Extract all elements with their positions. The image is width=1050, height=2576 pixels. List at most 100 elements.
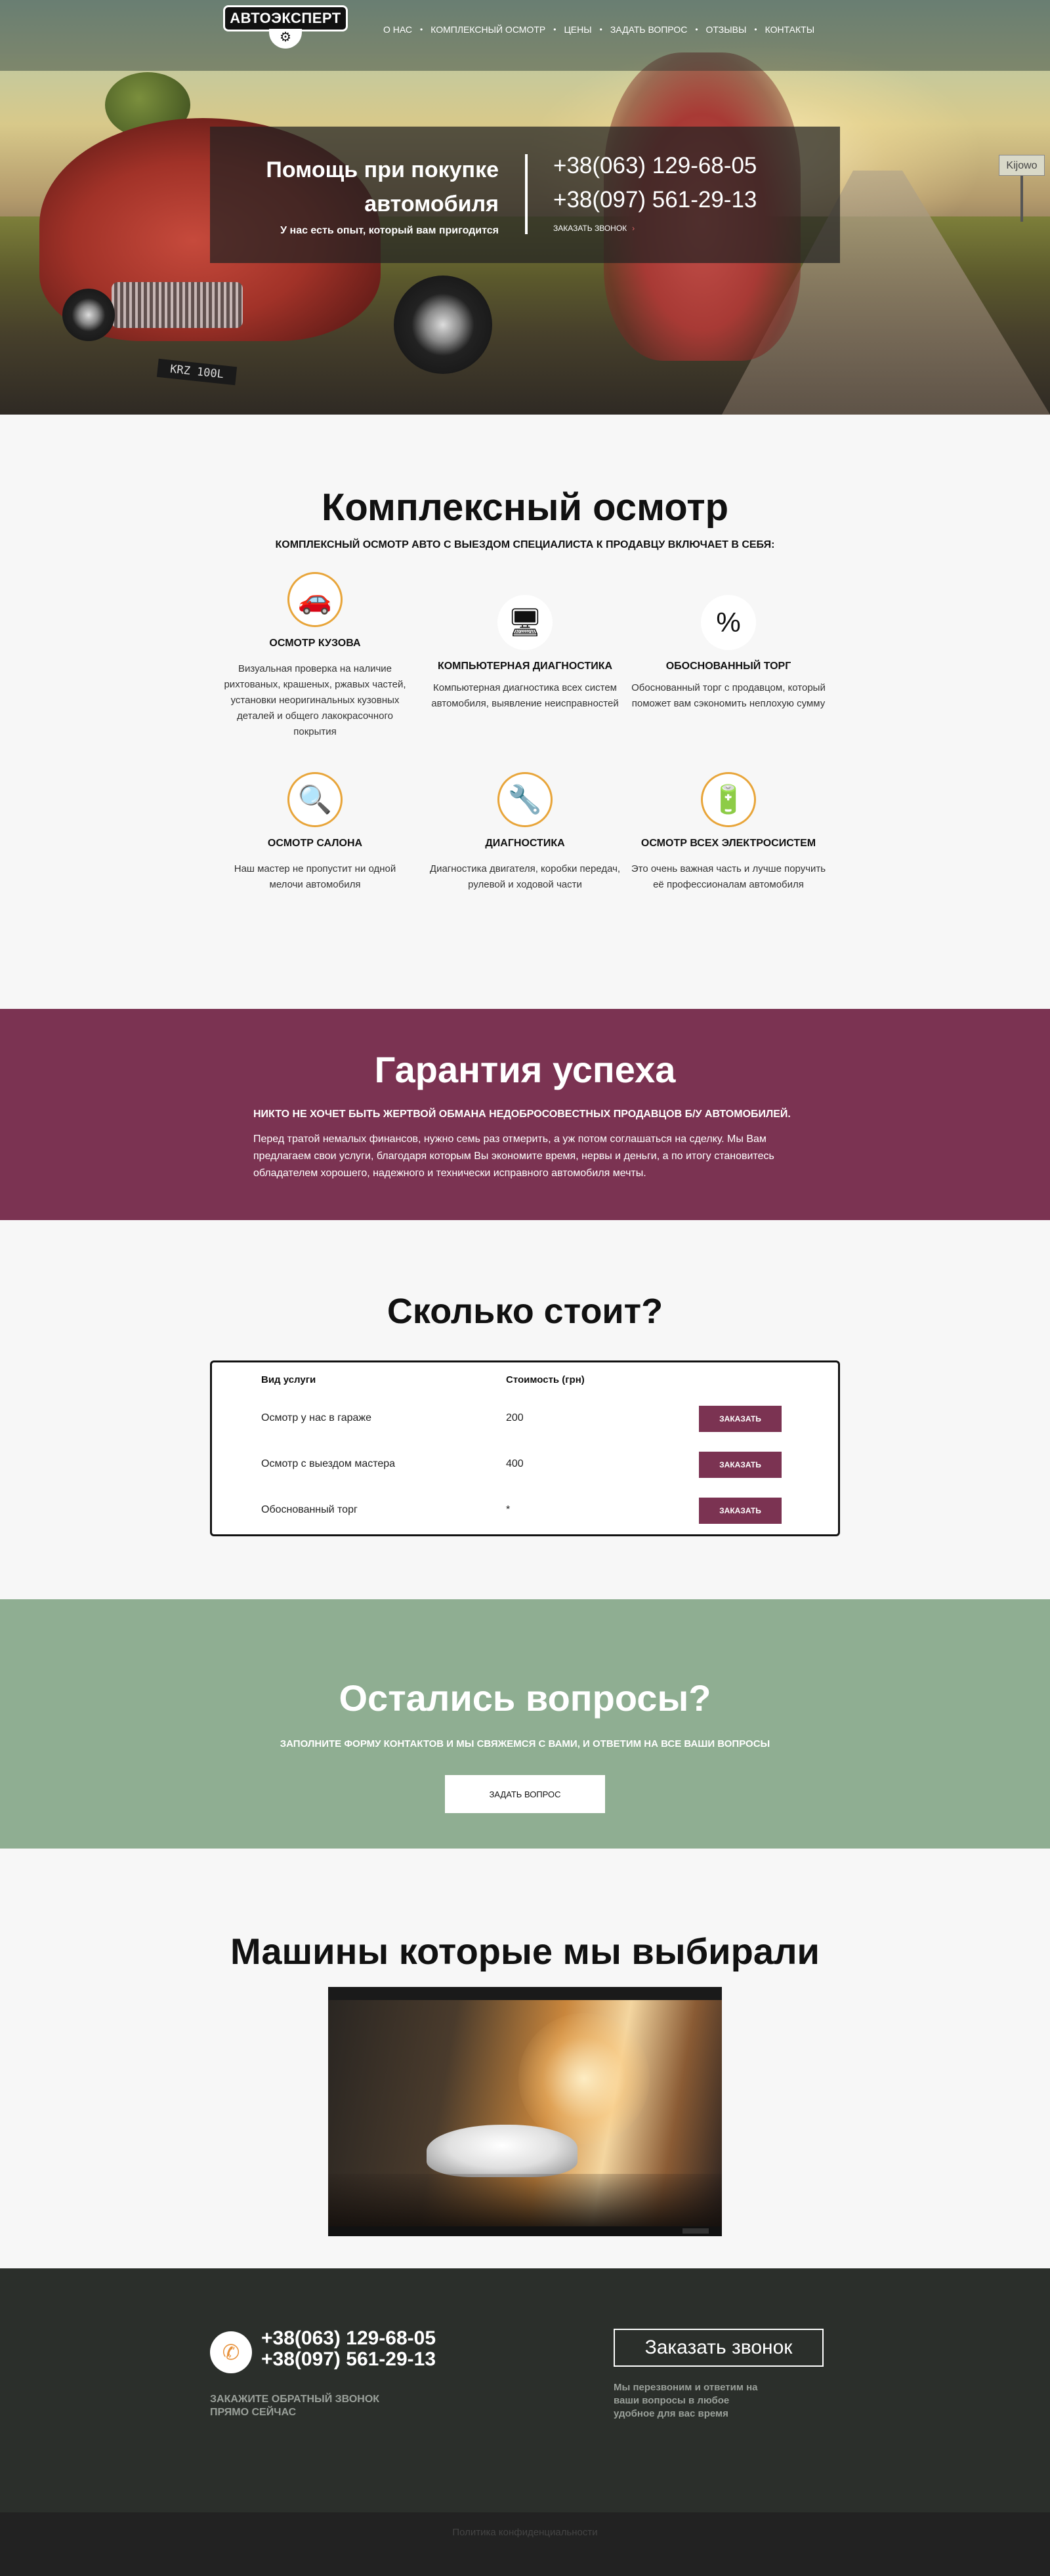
white-sports-car (427, 2125, 578, 2177)
hero-title-line1: Помощь при покупке (266, 157, 499, 182)
privacy-policy-link[interactable]: Политика конфиденциальности (0, 2527, 1050, 2538)
sunlight-glare (518, 2013, 650, 2144)
order-call-button[interactable]: Заказать звонок (614, 2329, 824, 2367)
price-header-service: Вид услуги (261, 1374, 316, 1385)
chevron-right-icon: › (632, 224, 635, 233)
hero-divider (525, 154, 528, 234)
inspection-title: Комплексный осмотр (321, 486, 729, 529)
site-logo[interactable]: АВТОЭКСПЕРТ ⚙ (223, 5, 348, 49)
nav-item-about[interactable]: О НАС (383, 24, 412, 35)
phone-icon: ✆ (210, 2331, 252, 2373)
questions-section: Остались вопросы? ЗАПОЛНИТЕ ФОРМУ КОНТАК… (0, 1599, 1050, 1849)
footer-phone-2[interactable]: +38(097) 561-29-13 (261, 2348, 436, 2371)
hero-info-card: Помощь при покупке автомобиля У нас есть… (210, 127, 840, 263)
feature-computer-diagnostics: 🖥 КОМПЬЮТЕРНАЯ ДИАГНОСТИКА Компьютерная … (427, 595, 623, 712)
cars-section: Машины которые мы выбирали (0, 1849, 1050, 2268)
hero-headline: Помощь при покупке автомобиля У нас есть… (210, 153, 499, 237)
footer-note-line1: ЗАКАЖИТЕ ОБРАТНЫЙ ЗВОНОК (210, 2394, 380, 2405)
feature-title: ОСМОТР КУЗОВА (269, 638, 361, 649)
tools-icon: 🔧 (497, 772, 553, 827)
magnifier-icon: 🔍 (287, 772, 343, 827)
table-row: Осмотр с выездом мастера 400 ЗАКАЗАТЬ (212, 1452, 838, 1478)
hero-car-wheel (62, 289, 115, 341)
top-navigation: АВТОЭКСПЕРТ ⚙ О НАС • КОМПЛЕКСНЫЙ ОСМОТР… (0, 0, 1050, 71)
price-service: Обоснованный торг (261, 1504, 358, 1515)
battery-icon: 🔋 (701, 772, 756, 827)
table-row: Осмотр у нас в гараже 200 ЗАКАЗАТЬ (212, 1406, 838, 1432)
feature-electrics: 🔋 ОСМОТР ВСЕХ ЭЛЕКТРОСИСТЕМ Это очень ва… (630, 772, 827, 893)
inspection-section: Комплексный осмотр КОМПЛЕКСНЫЙ ОСМОТР АВ… (0, 415, 1050, 1009)
nav-item-contacts[interactable]: КОНТАКТЫ (765, 24, 815, 35)
feature-text: Компьютерная диагностика всех систем авт… (431, 682, 619, 709)
feature-text: Диагностика двигателя, коробки передач, … (429, 863, 621, 890)
feature-interior: 🔍 ОСМОТР САЛОНА Наш мастер не пропустит … (217, 772, 413, 893)
price-header-cost: Стоимость (грн) (506, 1374, 585, 1385)
hero-car-wheel (394, 276, 492, 374)
nav-separator: • (754, 25, 757, 34)
feature-text: Обоснованный торг с продавцом, который п… (631, 682, 826, 709)
slider-pagination[interactable] (682, 2228, 709, 2234)
footer-callback-note: ЗАКАЖИТЕ ОБРАТНЫЙ ЗВОНОК ПРЯМО СЕЙЧАС (210, 2393, 420, 2419)
hero-callback-label: ЗАКАЗАТЬ ЗВОНОК (553, 224, 627, 233)
cars-title: Машины которые мы выбирали (230, 1931, 820, 1972)
hero-callback-link[interactable]: ЗАКАЗАТЬ ЗВОНОК › (553, 224, 635, 233)
feature-diagnostics: 🔧 ДИАГНОСТИКА Диагностика двигателя, кор… (427, 772, 623, 893)
guarantee-title: Гарантия успеха (374, 1049, 676, 1090)
order-button[interactable]: ЗАКАЗАТЬ (699, 1498, 782, 1524)
table-row: Обоснованный торг * ЗАКАЗАТЬ (212, 1498, 838, 1524)
nav-item-reviews[interactable]: ОТЗЫВЫ (706, 24, 747, 35)
hero-title-line2: автомобиля (364, 192, 499, 216)
logo-pistons-icon: ⚙ (269, 29, 302, 49)
guarantee-text: Перед тратой немалых финансов, нужно сем… (253, 1134, 774, 1179)
nav-item-inspection[interactable]: КОМПЛЕКСНЫЙ ОСМОТР (430, 24, 545, 35)
footer-call-note: Мы перезвоним и ответим на ваши вопросы … (614, 2382, 758, 2419)
monitor-icon: 🖥 (497, 595, 553, 650)
feature-text: Визуальная проверка на наличие рихтованы… (224, 663, 406, 737)
price-table: Вид услуги Стоимость (грн) Осмотр у нас … (210, 1360, 840, 1536)
slider-bottom-bar (328, 2226, 722, 2236)
questions-title: Остались вопросы? (339, 1677, 711, 1719)
hero-phone-1[interactable]: +38(063) 129-68-05 (553, 149, 757, 183)
ask-question-button[interactable]: ЗАДАТЬ ВОПРОС (445, 1775, 605, 1813)
hero-section: KRZ 100L Kijowo АВТОЭКСПЕРТ ⚙ О НАС • КО… (0, 0, 1050, 415)
pricing-section: Сколько стоит? Вид услуги Стоимость (грн… (0, 1220, 1050, 1599)
questions-subtitle: ЗАПОЛНИТЕ ФОРМУ КОНТАКТОВ И МЫ СВЯЖЕМСЯ … (280, 1738, 770, 1749)
inspection-subtitle: КОМПЛЕКСНЫЙ ОСМОТР АВТО С ВЫЕЗДОМ СПЕЦИА… (275, 539, 775, 550)
hero-road-sign: Kijowo (999, 155, 1045, 176)
hero-car-grille (112, 282, 243, 328)
bottom-bar: Политика конфиденциальности (0, 2512, 1050, 2576)
nav-separator: • (695, 25, 698, 34)
feature-title: ОБОСНОВАННЫЙ ТОРГ (665, 661, 791, 672)
nav-item-prices[interactable]: ЦЕНЫ (564, 24, 591, 35)
car-body-icon: 🚗 (287, 572, 343, 627)
feature-bargaining: % ОБОСНОВАННЫЙ ТОРГ Обоснованный торг с … (630, 595, 827, 712)
guarantee-lead: НИКТО НЕ ХОЧЕТ БЫТЬ ЖЕРТВОЙ ОБМАНА НЕДОБ… (253, 1109, 791, 1120)
order-button[interactable]: ЗАКАЗАТЬ (699, 1406, 782, 1432)
hero-phone-2[interactable]: +38(097) 561-29-13 (553, 183, 757, 217)
nav-separator: • (553, 25, 556, 34)
hero-sign-post (1020, 176, 1023, 222)
feature-title: ОСМОТР САЛОНА (267, 838, 363, 849)
order-button[interactable]: ЗАКАЗАТЬ (699, 1452, 782, 1478)
feature-body: 🚗 ОСМОТР КУЗОВА Визуальная проверка на н… (217, 572, 413, 740)
footer-phone-1[interactable]: +38(063) 129-68-05 (261, 2327, 436, 2350)
nav-menu: О НАС • КОМПЛЕКСНЫЙ ОСМОТР • ЦЕНЫ • ЗАДА… (383, 24, 814, 35)
percent-icon: % (701, 595, 756, 650)
price-cost: 400 (506, 1458, 524, 1469)
logo-text: АВТОЭКСПЕРТ (223, 5, 348, 31)
nav-separator: • (420, 25, 423, 34)
feature-title: ОСМОТР ВСЕХ ЭЛЕКТРОСИСТЕМ (640, 838, 816, 849)
pricing-title: Сколько стоит? (387, 1292, 663, 1331)
car-gallery-slider[interactable] (328, 1987, 722, 2236)
nav-item-ask[interactable]: ЗАДАТЬ ВОПРОС (610, 24, 687, 35)
nav-separator: • (599, 25, 602, 34)
price-service: Осмотр у нас в гараже (261, 1412, 372, 1423)
price-cost: 200 (506, 1412, 524, 1423)
footer-note-line2: ПРЯМО СЕЙЧАС (210, 2407, 297, 2418)
feature-text: Это очень важная часть и лучше поручить … (631, 863, 826, 890)
feature-text: Наш мастер не пропустит ни одной мелочи … (234, 863, 396, 890)
price-cost: * (506, 1504, 511, 1515)
hero-subtitle: У нас есть опыт, который вам пригодится (280, 225, 499, 236)
hero-contacts: +38(063) 129-68-05 +38(097) 561-29-13 ЗА… (553, 149, 757, 234)
garage-floor (328, 2174, 722, 2226)
